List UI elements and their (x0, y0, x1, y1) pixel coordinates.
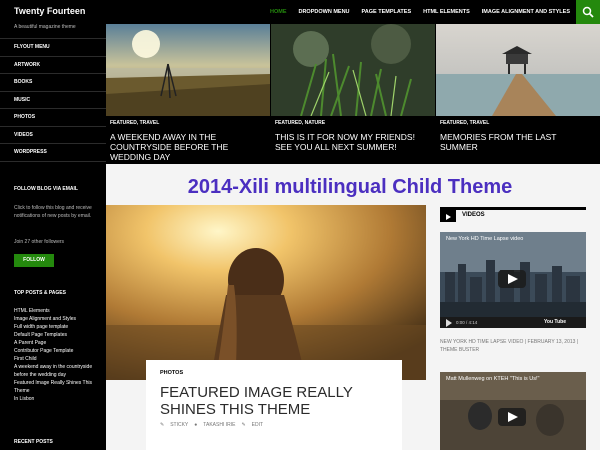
nav-item-image-alignment[interactable]: IMAGE ALIGNMENT AND STYLES (476, 0, 576, 24)
sticky-label: STICKY (170, 422, 189, 428)
post-meta: ✎ STICKY ● TAKASHI IRIE ✎ EDIT (160, 422, 263, 428)
featured-image[interactable] (271, 24, 435, 116)
featured-category[interactable]: FEATURED, NATURE (275, 120, 325, 126)
video-title[interactable]: Matt Mullenweg on KTEH "This is Us!" (446, 376, 539, 382)
top-post-link[interactable]: Featured Image Really Shines This Theme (14, 379, 100, 395)
post-category[interactable]: PHOTOS (160, 370, 183, 376)
featured-category[interactable]: FEATURED, TRAVEL (110, 120, 159, 126)
top-post-link[interactable]: Full width page template (14, 323, 100, 331)
nav-item-html-elements[interactable]: HTML ELEMENTS (417, 0, 476, 24)
sidebar-item-photos[interactable]: PHOTOS (0, 109, 106, 127)
author-icon: ● (194, 422, 198, 428)
site-tagline: A beautiful magazine theme (14, 24, 76, 30)
sidebar: A beautiful magazine theme FLYOUT MENU A… (0, 24, 106, 450)
top-post-link[interactable]: First Child (14, 355, 100, 363)
featured-category[interactable]: FEATURED, TRAVEL (440, 120, 489, 126)
nav-item-home[interactable]: HOME (264, 0, 293, 24)
videos-widget-title[interactable]: VIDEOS (462, 212, 485, 218)
top-post-link[interactable]: In Lisbon (14, 395, 100, 403)
recent-posts-title: RECENT POSTS (14, 439, 53, 445)
video-controls[interactable]: 0:00 / 4:14 You Tube (440, 317, 586, 328)
top-post-link[interactable]: A Parent Page (14, 339, 100, 347)
follow-widget-text: Click to follow this blog and receive no… (14, 205, 92, 219)
top-post-link[interactable]: Contributor Page Template (14, 347, 100, 355)
play-icon[interactable] (445, 319, 453, 327)
featured-title[interactable]: THIS IS IT FOR NOW MY FRIENDS! SEE YOU A… (275, 132, 430, 152)
video-time: 0:00 / 4:14 (456, 320, 478, 325)
sidebar-item-videos[interactable]: VIDEOS (0, 127, 106, 144)
sidebar-item-artwork[interactable]: ARTWORK (0, 57, 106, 74)
top-post-link[interactable]: HTML Elements (14, 307, 100, 315)
post-title[interactable]: FEATURED IMAGE REALLY SHINES THIS THEME (160, 384, 390, 418)
video-title[interactable]: New York HD Time Lapse video (446, 236, 523, 242)
secondary-menu: FLYOUT MENU ARTWORK BOOKS MUSIC PHOTOS V… (0, 38, 106, 162)
video-format-icon (440, 210, 456, 222)
featured-post[interactable]: FEATURED, TRAVEL MEMORIES FROM THE LAST … (436, 24, 600, 164)
featured-content: FEATURED, TRAVEL A WEEKEND AWAY IN THE C… (106, 24, 600, 164)
post-entry: PHOTOS FEATURED IMAGE REALLY SHINES THIS… (146, 360, 402, 450)
featured-title[interactable]: A WEEKEND AWAY IN THE COUNTRYSIDE BEFORE… (110, 132, 265, 162)
follow-button[interactable]: FOLLOW (14, 254, 54, 267)
video-player[interactable]: New York HD Time Lapse video 0:00 / 4:14… (440, 232, 586, 328)
top-post-link[interactable]: Default Page Templates (14, 331, 100, 339)
followers-count: Join 27 other followers (14, 239, 65, 245)
nav-item-page-templates[interactable]: PAGE TEMPLATES (356, 0, 418, 24)
masthead: Twenty Fourteen HOME DROPDOWN MENU PAGE … (0, 0, 600, 24)
youtube-logo[interactable]: You Tube (544, 319, 566, 325)
follow-widget-title: FOLLOW BLOG VIA EMAIL (14, 186, 78, 192)
nav-item-dropdown-menu[interactable]: DROPDOWN MENU (292, 0, 355, 24)
search-button[interactable] (576, 0, 600, 24)
sidebar-item-wordpress[interactable]: WORDPRESS (0, 144, 106, 162)
featured-title[interactable]: MEMORIES FROM THE LAST SUMMER (440, 132, 595, 152)
sidebar-item-flyout-menu[interactable]: FLYOUT MENU (0, 39, 106, 57)
top-posts-list: HTML Elements Image Alignment and Styles… (14, 307, 100, 403)
video-caption[interactable]: NEW YORK HD TIME LAPSE VIDEO | FEBRUARY … (440, 338, 586, 354)
sidebar-item-books[interactable]: BOOKS (0, 74, 106, 92)
site-title[interactable]: Twenty Fourteen (14, 6, 85, 16)
sidebar-item-music[interactable]: MUSIC (0, 92, 106, 109)
featured-post[interactable]: FEATURED, NATURE THIS IS IT FOR NOW MY F… (271, 24, 435, 164)
featured-post[interactable]: FEATURED, TRAVEL A WEEKEND AWAY IN THE C… (106, 24, 270, 164)
primary-navigation: HOME DROPDOWN MENU PAGE TEMPLATES HTML E… (264, 0, 576, 24)
top-post-link[interactable]: Image Alignment and Styles (14, 315, 100, 323)
video-player[interactable]: Matt Mullenweg on KTEH "This is Us!" (440, 372, 586, 450)
post-featured-image[interactable] (106, 205, 426, 380)
theme-banner: 2014-Xili multilingual Child Theme (187, 176, 513, 198)
search-icon (582, 6, 594, 18)
edit-link[interactable]: EDIT (252, 422, 263, 428)
featured-image[interactable] (106, 24, 270, 116)
author-link[interactable]: TAKASHI IRIE (203, 422, 235, 428)
edit-icon: ✎ (241, 422, 246, 428)
top-post-link[interactable]: A weekend away in the countryside before… (14, 363, 100, 379)
videos-widget-header: VIDEOS (440, 207, 586, 222)
featured-image[interactable] (436, 24, 600, 116)
pin-icon: ✎ (160, 422, 165, 428)
top-posts-title: TOP POSTS & PAGES (14, 290, 66, 296)
